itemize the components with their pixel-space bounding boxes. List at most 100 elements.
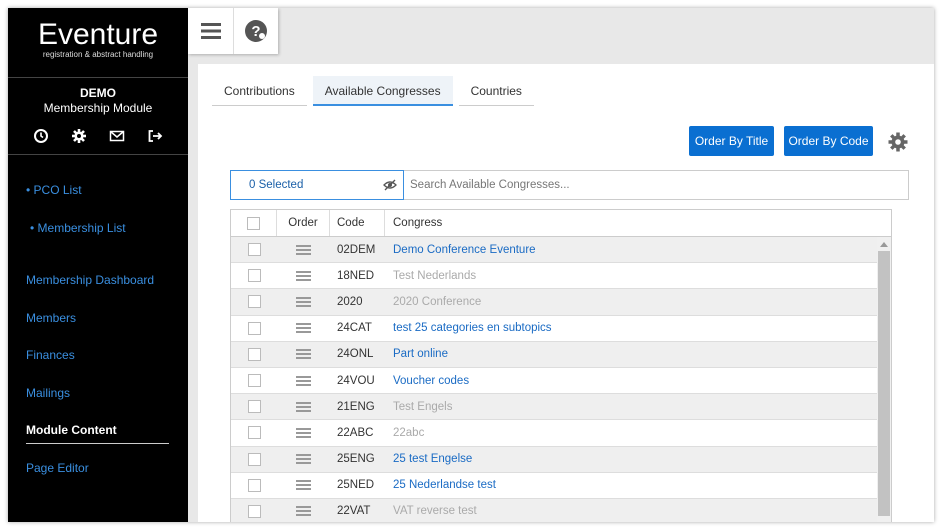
sidebar-item-page-editor[interactable]: Page Editor — [26, 461, 89, 475]
drag-handle-icon[interactable] — [296, 506, 311, 517]
table-row[interactable]: 25NED 25 Nederlandse test — [231, 472, 891, 499]
sidebar-item-membership-dashboard[interactable]: Membership Dashboard — [26, 273, 154, 287]
table-row[interactable]: 22VAT VAT reverse test — [231, 498, 891, 522]
sidebar-item-module-content[interactable]: Module Content — [26, 423, 117, 437]
sidebar-item-mailings[interactable]: Mailings — [26, 386, 70, 400]
table-row[interactable]: 25ENG 25 test Engelse — [231, 446, 891, 473]
row-checkbox[interactable] — [247, 426, 261, 440]
row-checkbox-cell — [231, 473, 277, 498]
sidebar-item-finances[interactable]: Finances — [26, 348, 75, 362]
select-all-checkbox[interactable] — [247, 216, 260, 230]
row-congress-link[interactable]: test 25 categories en subtopics — [385, 316, 891, 341]
row-checkbox-cell — [231, 237, 277, 262]
row-congress-link[interactable]: Test Engels — [385, 394, 891, 419]
logo-title: Eventure — [37, 18, 159, 51]
row-checkbox-cell — [231, 316, 277, 341]
sidebar-item-membership-list[interactable]: • Membership List — [30, 221, 126, 235]
active-nav-underline — [26, 443, 169, 444]
drag-handle-icon[interactable] — [296, 480, 311, 491]
sidebar-item-members[interactable]: Members — [26, 311, 76, 325]
row-checkbox[interactable] — [247, 504, 261, 518]
row-checkbox[interactable] — [247, 321, 261, 335]
drag-handle-cell — [277, 368, 330, 393]
row-checkbox[interactable] — [247, 243, 261, 257]
row-code: 02DEM — [337, 243, 376, 256]
row-congress-link[interactable]: 22abc — [385, 420, 891, 445]
drag-handle-icon[interactable] — [296, 401, 311, 412]
row-checkbox[interactable] — [247, 295, 261, 309]
clock-icon[interactable] — [33, 128, 49, 144]
row-checkbox-cell — [231, 289, 277, 314]
drag-handle-cell — [277, 473, 330, 498]
tab-contributions[interactable]: Contributions — [212, 76, 307, 106]
tab-available-congresses[interactable]: Available Congresses — [312, 76, 453, 106]
mail-icon[interactable] — [109, 128, 125, 144]
table-row[interactable]: 21ENG Test Engels — [231, 394, 891, 421]
drag-handle-icon[interactable] — [296, 244, 311, 255]
drag-handle-cell — [277, 263, 330, 288]
row-checkbox[interactable] — [247, 269, 261, 283]
row-congress-link[interactable]: Voucher codes — [385, 368, 891, 393]
drag-handle-cell — [277, 342, 330, 367]
row-checkbox-cell — [231, 342, 277, 367]
row-checkbox[interactable] — [247, 478, 261, 492]
row-checkbox[interactable] — [247, 452, 261, 466]
row-congress-link[interactable]: Demo Conference Eventure — [385, 237, 891, 262]
scroll-thumb[interactable] — [878, 251, 890, 516]
row-code: 2020 — [337, 295, 363, 308]
drag-handle-icon[interactable] — [296, 296, 311, 307]
header-order[interactable]: Order — [277, 210, 330, 236]
search-input[interactable] — [404, 171, 908, 199]
row-checkbox[interactable] — [247, 374, 261, 388]
table-header: Order Code Congress — [231, 210, 891, 237]
row-congress-link[interactable]: 25 Nederlandse test — [385, 473, 891, 498]
logout-icon[interactable] — [147, 128, 163, 144]
tab-countries[interactable]: Countries — [458, 76, 534, 106]
row-congress-link[interactable]: 25 test Engelse — [385, 447, 891, 472]
header-code[interactable]: Code — [330, 210, 385, 236]
vertical-scrollbar[interactable] — [877, 237, 891, 522]
account-panel: DEMO Membership Module — [8, 78, 188, 155]
drag-handle-icon[interactable] — [296, 270, 311, 281]
account-name: DEMO — [80, 86, 116, 100]
top-toolbar: ? — [188, 8, 278, 54]
table-row[interactable]: 2020 2020 Conference — [231, 289, 891, 316]
table-row[interactable]: 02DEM Demo Conference Eventure — [231, 237, 891, 264]
selection-dropdown[interactable]: 0 Selected — [230, 170, 404, 200]
table-row[interactable]: 24CAT test 25 categories en subtopics — [231, 315, 891, 342]
logo-subtitle: registration & abstract handling — [42, 50, 154, 59]
drag-handle-icon[interactable] — [296, 454, 311, 465]
row-checkbox[interactable] — [247, 347, 261, 361]
gear-icon[interactable] — [71, 128, 87, 144]
table-row[interactable]: 22ABC 22abc — [231, 420, 891, 447]
row-checkbox-cell — [231, 394, 277, 419]
logo: Eventure registration & abstract handlin… — [8, 8, 188, 78]
row-checkbox[interactable] — [247, 400, 261, 414]
drag-handle-cell — [277, 420, 330, 445]
drag-handle-icon[interactable] — [296, 427, 311, 438]
header-congress[interactable]: Congress — [385, 210, 891, 236]
row-congress-link[interactable]: Test Nederlands — [385, 263, 891, 288]
row-code: 21ENG — [337, 400, 375, 413]
order-by-title-button[interactable]: Order By Title — [689, 126, 774, 156]
table-row[interactable]: 18NED Test Nederlands — [231, 263, 891, 290]
drag-handle-cell — [277, 237, 330, 262]
help-icon[interactable]: ? — [233, 8, 278, 54]
drag-handle-icon[interactable] — [296, 323, 311, 334]
eye-slash-icon[interactable] — [383, 179, 397, 191]
order-by-code-button[interactable]: Order By Code — [784, 126, 873, 156]
hamburger-menu-icon[interactable] — [188, 8, 233, 54]
sidebar-item-pco-list[interactable]: • PCO List — [26, 183, 82, 197]
search-box — [404, 170, 909, 200]
settings-gear-icon[interactable] — [887, 131, 909, 153]
congress-table: Order Code Congress 02DEM Demo Conference… — [230, 209, 892, 522]
drag-handle-icon[interactable] — [296, 349, 311, 360]
row-congress-link[interactable]: 2020 Conference — [385, 289, 891, 314]
scroll-up-arrow-icon[interactable] — [880, 242, 888, 247]
row-code: 18NED — [337, 269, 375, 282]
table-row[interactable]: 24VOU Voucher codes — [231, 367, 891, 395]
drag-handle-icon[interactable] — [296, 375, 311, 386]
row-congress-link[interactable]: Part online — [385, 342, 891, 367]
row-congress-link[interactable]: VAT reverse test — [385, 499, 891, 522]
table-row[interactable]: 24ONL Part online — [231, 341, 891, 368]
